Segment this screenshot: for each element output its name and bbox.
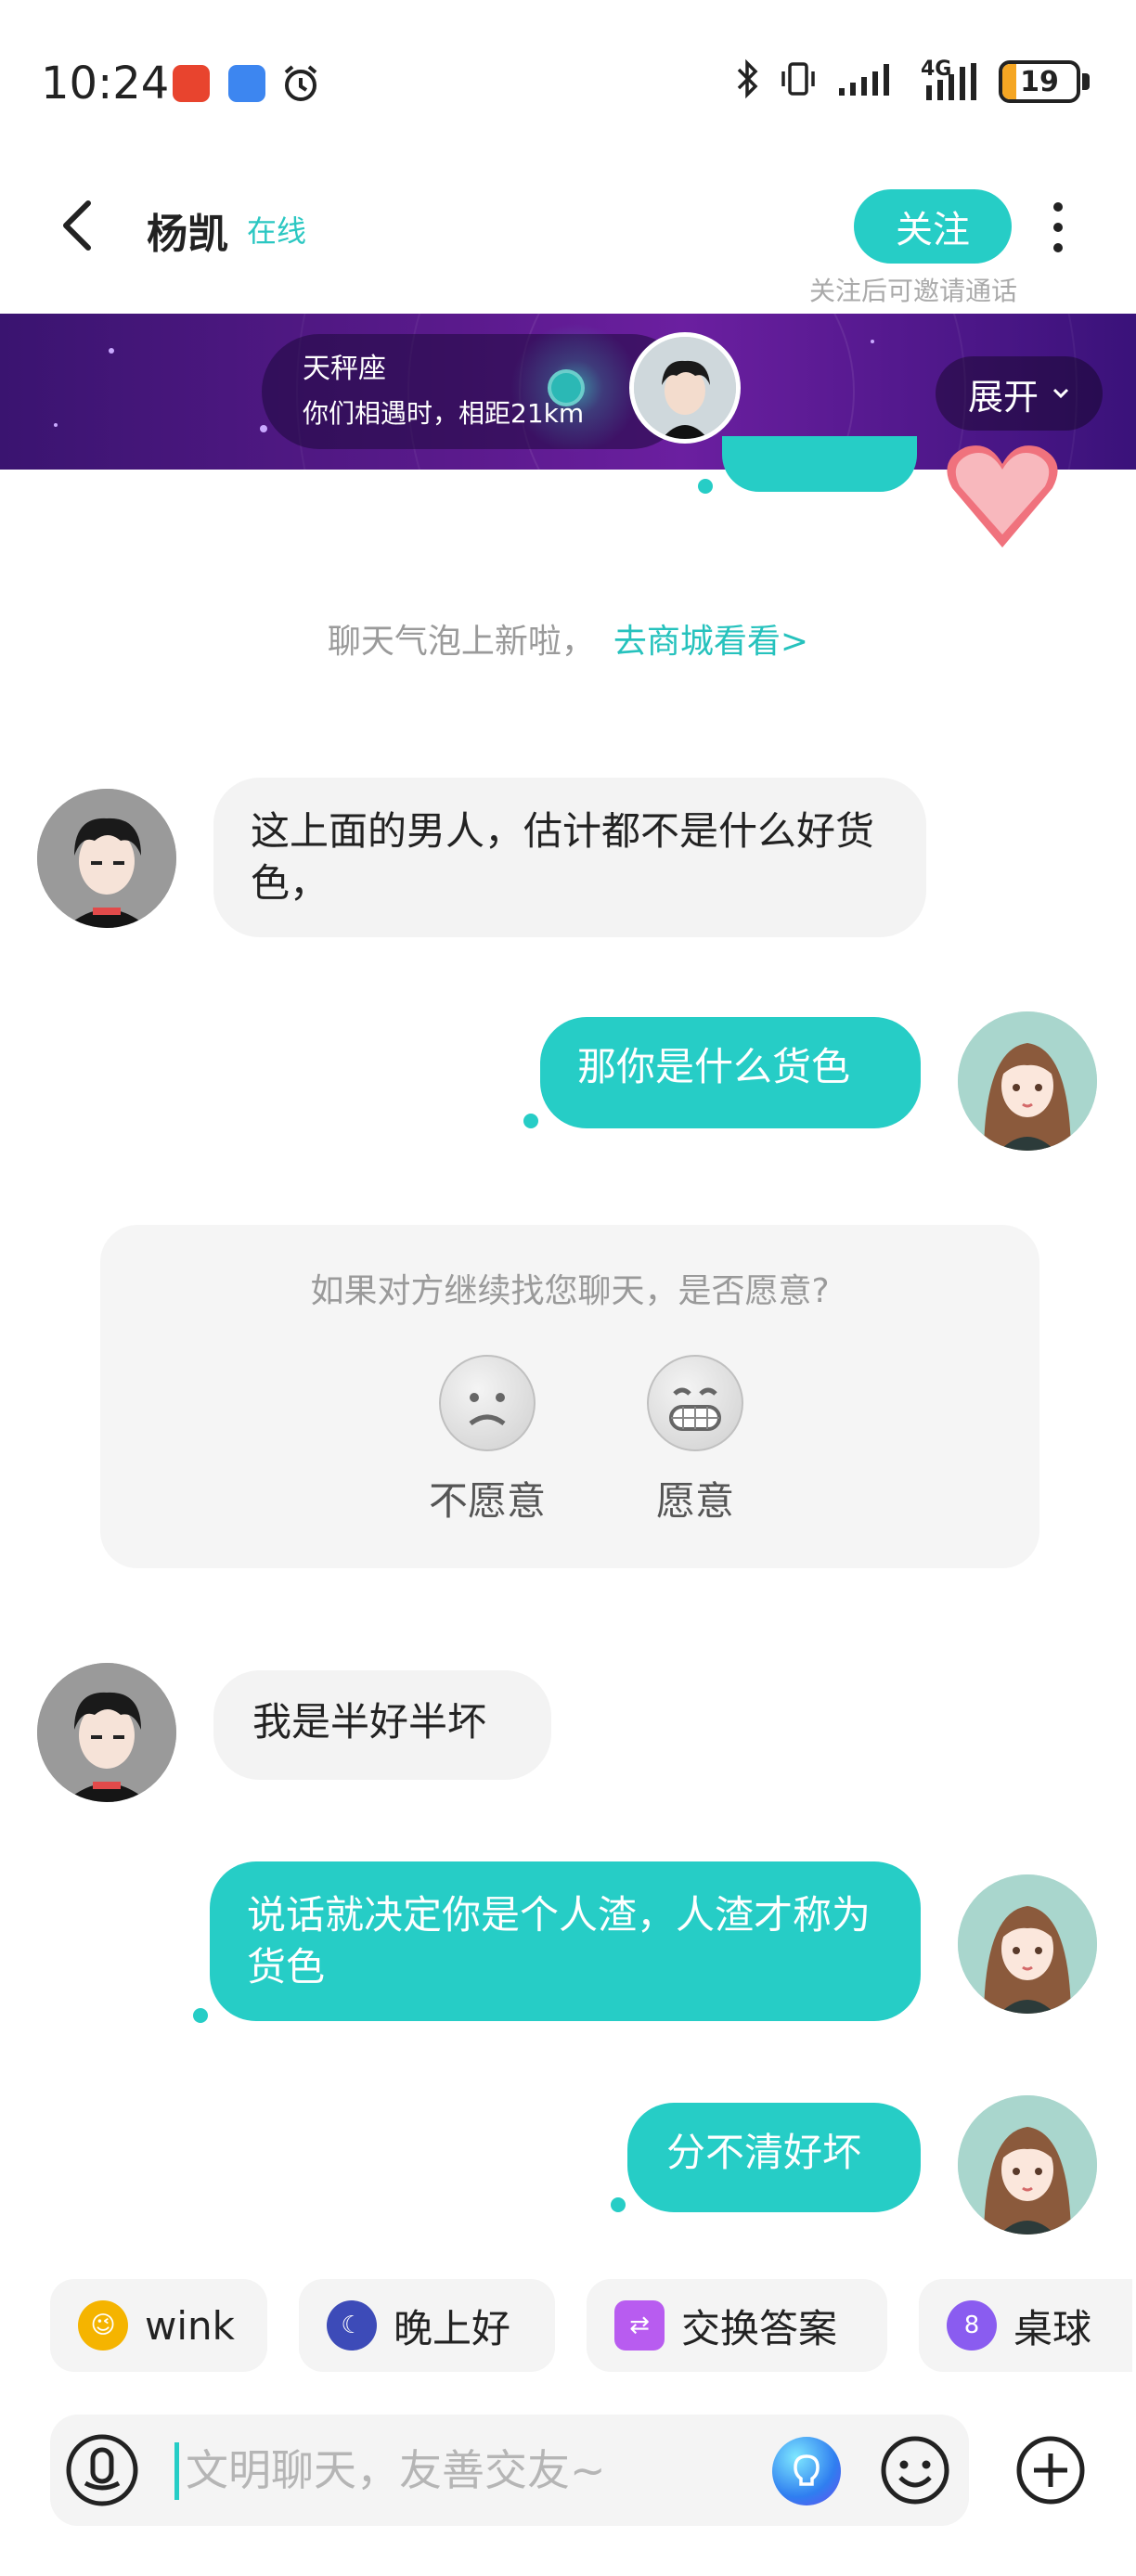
message-text: 那你是什么货色 xyxy=(577,1044,851,1089)
contact-avatar[interactable] xyxy=(37,1663,176,1802)
ai-icon xyxy=(794,2454,820,2486)
vibrate-icon xyxy=(778,58,819,106)
my-avatar[interactable] xyxy=(958,1874,1097,2014)
meet-distance-text: 你们相遇时，相距21km xyxy=(303,398,585,429)
quick-reply-label: 晚上好 xyxy=(394,2305,511,2351)
notice-text: 聊天气泡上新啦， xyxy=(327,623,595,661)
input-container xyxy=(50,2415,969,2526)
unwilling-option[interactable]: 不愿意 xyxy=(408,1355,566,1526)
my-avatar[interactable] xyxy=(958,2095,1097,2235)
battery-fill xyxy=(1002,64,1017,99)
battery-icon: 19 xyxy=(999,60,1080,103)
mall-link[interactable]: 去商城看看> xyxy=(613,623,808,661)
message-text: 我是半好半坏 xyxy=(252,1699,487,1745)
ai-assistant-button[interactable] xyxy=(772,2437,841,2505)
unwilling-label: 不愿意 xyxy=(428,1478,546,1524)
quick-reply-label: wink xyxy=(145,2302,235,2349)
status-bar: 10:24 4G 19 xyxy=(0,0,1136,167)
sad-face-icon xyxy=(439,1355,536,1451)
notification-app-icon xyxy=(173,65,210,102)
contact-name: 杨凯 xyxy=(147,211,228,258)
signal-icon xyxy=(837,60,902,104)
quick-reply-billiards[interactable]: 8 桌球 xyxy=(919,2279,1132,2372)
billiard-ball-icon: 8 xyxy=(947,2300,997,2351)
more-dot-icon xyxy=(1053,223,1063,232)
previous-message-bubble xyxy=(722,436,917,492)
message-text: 分不清好坏 xyxy=(666,2130,862,2175)
bubble-tail-dot xyxy=(523,1114,538,1128)
more-dot-icon xyxy=(1053,202,1063,212)
zodiac-label: 天秤座 xyxy=(303,353,386,385)
my-avatar[interactable] xyxy=(958,1011,1097,1151)
chat-header: 杨凯 在线 关注 关注后可邀请通话 xyxy=(0,167,1136,314)
expand-button[interactable]: 展开 xyxy=(936,356,1103,431)
more-options-button[interactable] xyxy=(1039,195,1077,260)
incoming-message-bubble[interactable]: 我是半好半坏 xyxy=(213,1670,551,1780)
more-actions-button[interactable] xyxy=(1012,2431,1090,2509)
wink-emoji-icon: 😉 xyxy=(78,2300,128,2351)
heart-frame-avatar xyxy=(937,432,1067,553)
quick-reply-label: 交换答案 xyxy=(681,2305,838,2351)
female-avatar-icon xyxy=(958,1874,1097,2014)
bluetooth-icon xyxy=(735,58,759,106)
voice-icon xyxy=(66,2434,138,2506)
quick-reply-wink[interactable]: 😉 wink xyxy=(50,2279,267,2372)
contact-avatar[interactable] xyxy=(37,789,176,928)
female-avatar-icon xyxy=(958,2095,1097,2235)
moon-icon: ☾ xyxy=(327,2300,377,2351)
bubble-tail-dot xyxy=(611,2197,626,2212)
incoming-message-bubble[interactable]: 这上面的男人，估计都不是什么好货色， xyxy=(213,778,926,937)
outgoing-message-bubble[interactable]: 分不清好坏 xyxy=(627,2103,921,2212)
expand-label: 展开 xyxy=(967,376,1039,418)
text-cursor xyxy=(174,2442,179,2500)
willing-option[interactable]: 愿意 xyxy=(616,1355,774,1526)
exchange-icon: ⇄ xyxy=(614,2300,665,2351)
quick-reply-label: 桌球 xyxy=(1013,2305,1092,2351)
status-time: 10:24 xyxy=(41,58,170,109)
willingness-question: 如果对方继续找您聊天，是否愿意? xyxy=(310,1272,830,1310)
quick-reply-bar: 😉 wink ☾ 晚上好 ⇄ 交换答案 8 桌球 xyxy=(0,2279,1136,2372)
emoji-button[interactable] xyxy=(876,2431,954,2509)
back-button[interactable] xyxy=(45,193,110,258)
battery-percent: 19 xyxy=(1020,65,1059,98)
willingness-card: 如果对方继续找您聊天，是否愿意? 不愿意 愿意 xyxy=(100,1225,1039,1568)
quick-reply-exchange-answers[interactable]: ⇄ 交换答案 xyxy=(587,2279,887,2372)
plus-circle-icon xyxy=(1016,2436,1085,2505)
message-text: 说话就决定你是个人渣，人渣才称为货色 xyxy=(247,1892,871,1990)
follow-hint: 关注后可邀请通话 xyxy=(808,276,1017,306)
banner-avatar[interactable] xyxy=(629,332,741,444)
female-avatar-icon xyxy=(958,1011,1097,1151)
back-arrow-icon xyxy=(63,200,91,251)
voice-input-button[interactable] xyxy=(63,2431,141,2509)
chevron-down-icon xyxy=(1052,388,1069,399)
alarm-icon xyxy=(280,63,321,104)
message-input[interactable] xyxy=(186,2437,761,2504)
status-right-cluster: 4G 19 xyxy=(735,54,1090,109)
follow-button[interactable]: 关注 xyxy=(854,189,1012,264)
quick-reply-good-evening[interactable]: ☾ 晚上好 xyxy=(299,2279,555,2372)
male-avatar-icon xyxy=(634,337,736,439)
more-dot-icon xyxy=(1053,243,1063,252)
bubble-tail-dot xyxy=(698,479,713,494)
male-avatar-icon xyxy=(37,789,176,928)
grin-face-icon xyxy=(647,1355,743,1451)
system-notice: 聊天气泡上新啦， 去商城看看> xyxy=(0,614,1136,663)
battery-indicator: 19 xyxy=(999,60,1090,103)
smiley-icon xyxy=(881,2436,949,2505)
bubble-tail-dot xyxy=(193,2008,208,2023)
signal-4g-icon: 4G xyxy=(921,58,980,102)
willing-label: 愿意 xyxy=(655,1478,734,1524)
message-input-bar xyxy=(0,2411,1136,2531)
wifi-icon xyxy=(228,65,265,102)
online-status: 在线 xyxy=(247,213,307,249)
male-avatar-icon xyxy=(37,1663,176,1802)
outgoing-message-bubble[interactable]: 那你是什么货色 xyxy=(540,1017,921,1128)
outgoing-message-bubble[interactable]: 说话就决定你是个人渣，人渣才称为货色 xyxy=(210,1861,921,2021)
message-text: 这上面的男人，估计都不是什么好货色， xyxy=(251,808,875,906)
